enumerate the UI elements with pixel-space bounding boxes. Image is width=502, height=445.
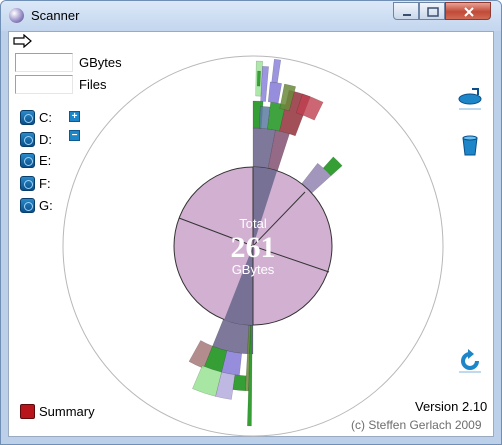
window-title: Scanner [31, 8, 80, 23]
copyright-text: (c) Steffen Gerlach 2009 [351, 418, 482, 432]
folder-wedge[interactable] [232, 374, 247, 392]
expand-plus-icon[interactable]: + [69, 111, 80, 122]
drive-icon [20, 176, 35, 191]
version-text: Version 2.10 [415, 399, 488, 414]
minimize-button[interactable] [393, 2, 419, 20]
collapse-minus-icon[interactable]: − [69, 130, 80, 141]
gbytes-value-box [15, 53, 73, 72]
drive-icon [20, 198, 35, 213]
title-bar: Scanner [1, 1, 501, 31]
refresh-icon[interactable] [455, 348, 485, 374]
folder-wedge[interactable] [256, 70, 261, 87]
files-label: Files [79, 77, 107, 92]
total-label: Total [239, 216, 267, 231]
disk-rotate-icon[interactable] [455, 85, 485, 111]
drive-d-label: D: [39, 132, 52, 147]
maximize-button[interactable] [419, 2, 445, 20]
trash-icon[interactable] [455, 133, 485, 159]
gbytes-label: GBytes [79, 55, 122, 70]
files-value-box [15, 75, 73, 94]
drive-c-label: C: [39, 110, 52, 125]
drive-f-label: F: [39, 176, 51, 191]
close-button[interactable] [445, 2, 491, 20]
summary-icon [20, 404, 35, 419]
summary-label: Summary [39, 404, 95, 419]
app-orb-icon [9, 8, 24, 23]
total-value: 261 [231, 231, 276, 264]
disk-usage-sunburst[interactable]: Total 261 GBytes [9, 32, 495, 438]
drive-g-label: G: [39, 198, 53, 213]
scanner-window: Scanner Total 261 GBytes GBytes Files C:… [0, 0, 502, 445]
arrow-right-icon[interactable] [13, 34, 33, 48]
drive-icon [20, 110, 35, 125]
drive-e-label: E: [39, 153, 52, 168]
drive-icon [20, 153, 35, 168]
drive-icon [20, 132, 35, 147]
total-unit-label: GBytes [232, 262, 275, 277]
main-panel: Total 261 GBytes GBytes Files C: + D: − … [8, 31, 494, 437]
